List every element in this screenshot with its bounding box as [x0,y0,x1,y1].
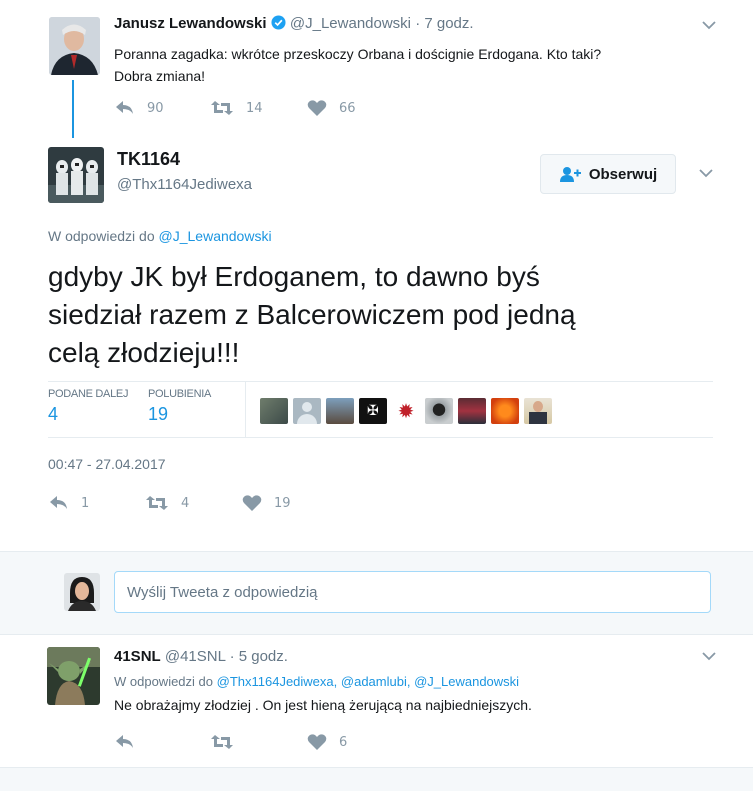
reply-context: W odpowiedzi do @J_Lewandowski [48,228,272,244]
liker-avatar[interactable]: ✠ [359,398,387,424]
reply-icon [116,735,133,748]
retweet-count: 4 [181,495,190,511]
reply-button[interactable]: 90 [115,99,164,117]
author-name[interactable]: TK1164 [117,149,180,170]
stat-retweets[interactable]: PODANE DALEJ 4 [48,388,128,425]
follow-icon [559,167,581,182]
reply-context: W odpowiedzi do @Thx1164Jediwexa, @adaml… [114,674,520,689]
like-count: 19 [274,495,291,511]
reply-icon [50,496,67,509]
retweet-button[interactable] [210,733,234,751]
reply-to-link[interactable]: @Thx1164Jediwexa, [217,674,338,689]
reply-to-link[interactable]: @J_Lewandowski [159,228,272,244]
thread-line [72,80,74,138]
retweet-button[interactable]: 4 [145,494,189,512]
liker-avatar[interactable] [425,398,453,424]
avatar[interactable] [49,17,100,75]
heart-icon [307,100,327,116]
chevron-down-icon[interactable] [700,18,718,32]
stats-bottom-divider [48,437,713,438]
author-handle[interactable]: @J_Lewandowski [290,15,411,32]
tweet-header: Janusz Lewandowski @J_Lewandowski · 7 go… [114,15,474,34]
reply-count: 1 [81,495,90,511]
retweet-icon [211,735,233,749]
stats-top-divider [48,381,713,382]
tweet-text: gdyby JK był Erdoganem, to dawno byś sie… [48,261,576,368]
reply-input-placeholder: Wyślij Tweeta z odpowiedzią [127,583,318,601]
heart-icon [242,495,262,511]
reply-input[interactable]: Wyślij Tweeta z odpowiedzią [114,571,711,613]
like-count: 66 [339,100,356,116]
heart-icon [307,734,327,750]
reply-icon [116,101,133,114]
avatar-image [48,147,104,203]
retweet-icon [211,101,233,115]
current-user-avatar [64,573,100,611]
tweet-header: 41SNL @41SNL · 5 godz. [114,648,288,665]
retweet-button[interactable]: 14 [210,99,263,117]
liker-avatar[interactable]: ✹ [392,398,420,424]
tweet-time[interactable]: · 5 godz. [230,648,288,665]
chevron-down-icon[interactable] [700,649,718,663]
avatar-image [47,647,100,705]
tweet-time[interactable]: · 7 godz. [415,15,473,32]
reply-to-link[interactable]: @adamlubi, [341,674,411,689]
liker-avatar[interactable] [524,398,552,424]
liker-avatar[interactable] [458,398,486,424]
stat-likes[interactable]: POLUBIENIA 19 [148,388,211,425]
reply-count: 90 [147,100,164,116]
liker-avatar[interactable] [326,398,354,424]
likers-avatars: ✠ ✹ [260,398,552,424]
like-button[interactable]: 6 [307,733,347,751]
liker-avatar[interactable] [260,398,288,424]
bottom-band [0,767,753,791]
author-handle[interactable]: @41SNL [165,648,226,665]
author-name[interactable]: Janusz Lewandowski [114,15,267,32]
like-button[interactable]: 66 [307,99,356,117]
reply-button[interactable] [115,733,135,751]
liker-avatar[interactable] [491,398,519,424]
liker-avatar[interactable] [293,398,321,424]
author-handle[interactable]: @Thx1164Jediwexa [117,176,252,193]
tweet-timestamp[interactable]: 00:47 - 27.04.2017 [48,456,166,472]
retweet-icon [146,496,168,510]
like-button[interactable]: 19 [242,494,291,512]
avatar[interactable] [48,147,104,203]
verified-badge-icon [271,15,286,34]
like-count: 6 [339,734,348,750]
reply-button[interactable]: 1 [49,494,89,512]
follow-label: Obserwuj [588,165,658,183]
follow-button[interactable]: Obserwuj [540,154,676,194]
chevron-down-icon[interactable] [697,166,715,180]
reply-to-link[interactable]: @J_Lewandowski [414,674,519,689]
author-name[interactable]: 41SNL [114,648,161,665]
avatar-image [64,573,100,611]
avatar[interactable] [47,647,100,705]
avatar-image [49,17,100,75]
stats-vertical-divider [245,382,246,437]
retweet-count: 14 [246,100,263,116]
tweet-text: Ne obrażajmy złodziej . On jest hieną że… [114,697,532,713]
tweet-text: Poranna zagadka: wkrótce przeskoczy Orba… [114,46,602,84]
